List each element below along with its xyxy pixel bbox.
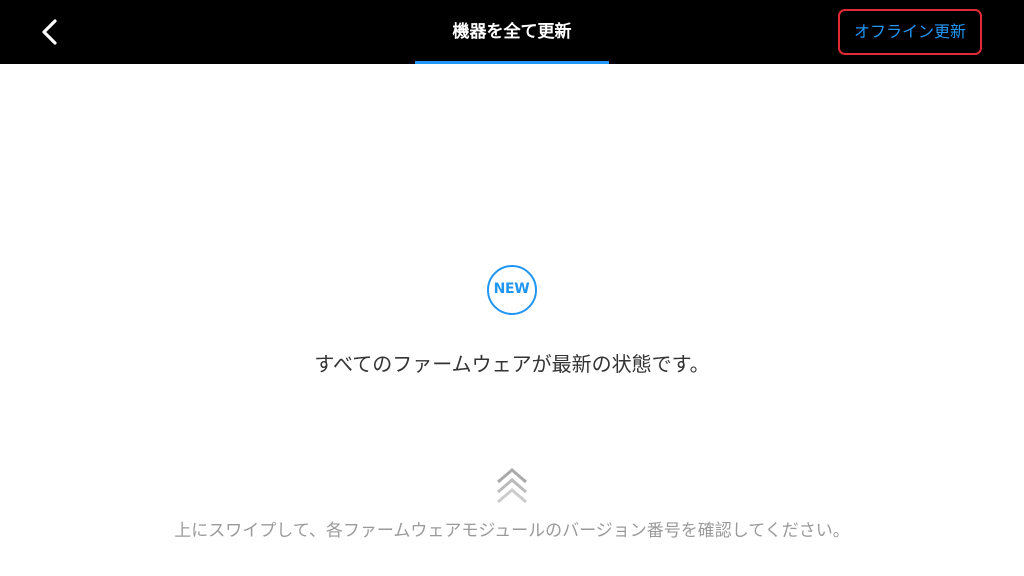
tab-update-all-devices[interactable]: 機器を全て更新 [415, 0, 609, 64]
offline-update-button[interactable]: オフライン更新 [838, 9, 982, 55]
active-tab-indicator [415, 61, 609, 64]
swipe-up-indicator[interactable] [494, 466, 530, 510]
swipe-hint-text: 上にスワイプして、各ファームウェアモジュールのバージョン番号を確認してください。 [174, 521, 850, 541]
chevron-left-icon [42, 19, 57, 45]
firmware-status-message: すべてのファームウェアが最新の状態です。 [314, 352, 710, 376]
back-button[interactable] [30, 12, 70, 52]
top-navigation-bar: 機器を全て更新 オフライン更新 [0, 0, 1024, 64]
page-title: 機器を全て更新 [452, 22, 572, 42]
new-badge-label: NEW [493, 281, 530, 297]
offline-update-label: オフライン更新 [853, 22, 966, 41]
double-chevron-up-icon [497, 468, 527, 504]
new-badge-icon: NEW [487, 265, 537, 315]
